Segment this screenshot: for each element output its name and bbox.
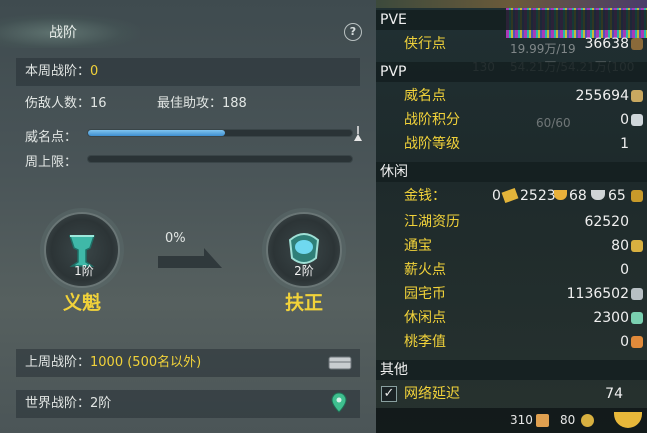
- rank-panel: 战阶 ? 本周战阶：0 伤敌人数：16 最佳助攻：188 威名点： 周上限： 1…: [0, 0, 376, 433]
- money-value-3: 65: [608, 188, 626, 204]
- weekly-rank-value: 0: [90, 64, 99, 79]
- pve-item-xiaxing: 侠行点 36638: [376, 32, 647, 56]
- next-rank-level: 2阶: [294, 264, 314, 278]
- leaf-icon: [631, 312, 643, 324]
- other-item-latency: ✓ 网络延迟 74: [376, 382, 647, 406]
- next-rank-name: 扶正: [284, 292, 323, 314]
- item-label: 休闲点: [404, 310, 446, 326]
- sword-icon: [631, 38, 643, 50]
- item-label: 薪火点: [404, 262, 446, 278]
- arrow-right-icon: [158, 248, 222, 268]
- current-rank-level: 1阶: [74, 264, 94, 278]
- item-label: 侠行点: [404, 36, 446, 52]
- bottom-value-1: 310: [510, 413, 533, 427]
- item-value: 0: [620, 334, 629, 350]
- leisure-item-leisure-points: 休闲点 2300: [376, 306, 647, 330]
- ingot-icon[interactable]: [614, 412, 642, 428]
- section-leisure: 休闲: [376, 162, 647, 182]
- item-label: 威名点: [404, 88, 446, 104]
- item-value: 80: [611, 238, 629, 254]
- leisure-item-homestead-coin: 园宅币 1136502: [376, 282, 647, 306]
- section-pvp: PVP: [376, 62, 647, 82]
- peach-icon: [631, 336, 643, 348]
- item-label: 江湖资历: [404, 214, 460, 230]
- latency-checkbox[interactable]: ✓: [381, 386, 397, 402]
- currency-panel: 19.99万/19 130 54.21万/54.21万(100 60/60 PV…: [376, 0, 647, 433]
- tongbao-coin-icon: [631, 240, 643, 252]
- bottom-strip: 310 80: [376, 408, 647, 433]
- location-pin-icon[interactable]: [331, 392, 347, 414]
- upgrade-percent: 0%: [165, 231, 186, 246]
- item-value: 1136502: [566, 286, 629, 302]
- item-value: 74: [605, 386, 623, 402]
- item-label: 桃李值: [404, 334, 446, 350]
- world-rank-label: 世界战阶：2阶: [25, 396, 112, 411]
- leisure-item-taoli: 桃李值 0: [376, 330, 647, 354]
- weekly-cap-label: 周上限：: [25, 155, 78, 170]
- weekly-rank-row: 本周战阶：0: [16, 58, 360, 86]
- pvp-item-fame: 威名点 255694: [376, 84, 647, 108]
- item-value: 2300: [593, 310, 629, 326]
- top-strip-decoration: [376, 0, 647, 8]
- leisure-item-money: 金钱： 0 2523 68 65: [376, 184, 647, 208]
- current-rank-name: 义魁: [62, 292, 101, 314]
- pvp-item-rank-level: 战阶等级 1: [376, 132, 647, 156]
- gold-bowl-icon: [554, 190, 567, 200]
- weekly-cap-bar: [87, 155, 353, 163]
- homestead-coin-icon: [631, 288, 643, 300]
- coin-icon: [581, 414, 594, 427]
- best-assist: 最佳助攻：188: [157, 96, 247, 111]
- money-value-2: 68: [569, 188, 587, 204]
- item-label: 战阶等级: [404, 136, 460, 152]
- item-label: 通宝: [404, 238, 432, 254]
- pvp-item-rank-points: 战阶积分 0: [376, 108, 647, 132]
- fame-label: 威名点：: [25, 130, 78, 145]
- fame-token-icon: [631, 90, 643, 102]
- bottom-value-2: 80: [560, 413, 576, 427]
- fame-progress-bar: [87, 129, 353, 137]
- money-value-1: 2523: [520, 188, 556, 204]
- panel-title: 战阶: [49, 25, 77, 41]
- item-label: 园宅币: [404, 286, 446, 302]
- weekly-rank-label: 本周战阶：: [25, 64, 91, 79]
- injured-count: 伤敌人数：16: [25, 96, 107, 111]
- money-gold-prefix: 0: [492, 188, 501, 204]
- item-value: 36638: [584, 36, 629, 52]
- leisure-item-seniority: 江湖资历 62520: [376, 210, 647, 234]
- item-value: 1: [620, 136, 629, 152]
- fame-progress-fill: [88, 130, 226, 136]
- item-label: 网络延迟: [404, 386, 460, 402]
- silver-bowl-icon: [591, 190, 605, 200]
- section-pve: PVE: [376, 10, 647, 30]
- copper-coin-icon: [631, 190, 643, 202]
- last-week-value: 1000 (500名以外): [90, 355, 202, 370]
- tea-icon: [536, 414, 549, 427]
- leisure-item-xinhuo: 薪火点 0: [376, 258, 647, 282]
- world-rank-row: 世界战阶：2阶: [16, 390, 360, 418]
- last-week-row: 上周战阶：1000 (500名以外): [16, 349, 360, 377]
- item-label: 金钱：: [404, 188, 446, 204]
- item-label: 战阶积分: [404, 112, 460, 128]
- item-value: 255694: [575, 88, 629, 104]
- gold-ingot-icon: [501, 187, 519, 204]
- help-icon[interactable]: ?: [344, 23, 362, 41]
- item-value: 0: [620, 112, 629, 128]
- leisure-item-tongbao: 通宝 80: [376, 234, 647, 258]
- item-value: 62520: [584, 214, 629, 230]
- item-value: 0: [620, 262, 629, 278]
- rank-point-icon: [631, 114, 643, 126]
- progress-marker-icon: [354, 126, 362, 141]
- last-week-label: 上周战阶：: [25, 355, 91, 370]
- section-other: 其他: [376, 360, 647, 380]
- chest-icon[interactable]: [328, 355, 352, 371]
